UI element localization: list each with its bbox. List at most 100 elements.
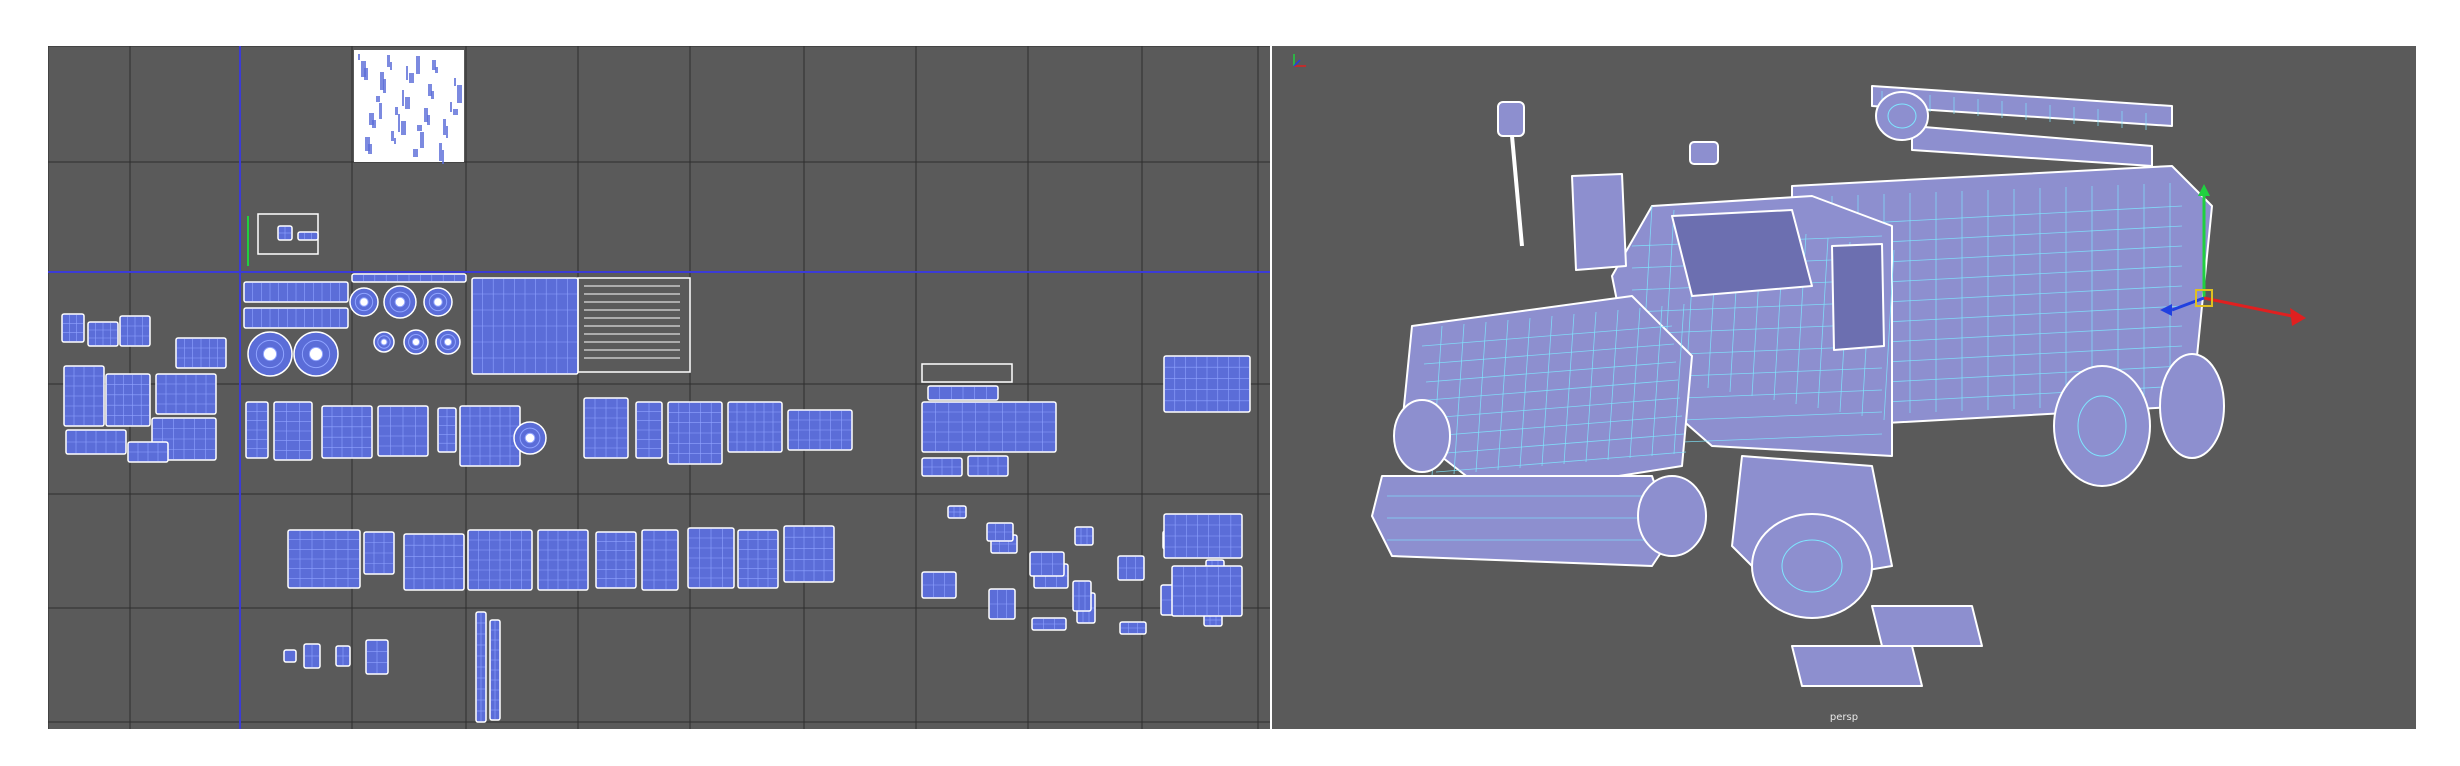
uv-shell [921,571,957,599]
headlight-left [1393,399,1451,473]
uv-shell [63,365,105,427]
uv-texture-fleck [443,119,446,135]
uv-shell [321,405,373,459]
uv-shell [403,533,465,591]
uv-texture-fleck [439,143,442,161]
uv-tread-shell [243,307,349,329]
uv-shell [283,649,297,663]
uv-shell [297,231,319,241]
uv-texture-fleck [442,150,444,164]
uv-shell [1074,526,1094,546]
mirror-post [1510,135,1524,247]
uv-shell [87,321,119,347]
uv-texture-fleck [376,96,380,102]
rear-wheel [2053,365,2151,487]
rear-wheel-2 [2159,353,2225,459]
uv-texture-fleck [398,114,400,132]
uv-shell [1171,565,1243,617]
uv-texture-fleck [435,67,438,73]
uv-shell [1117,555,1145,581]
uv-wheel-hub [443,337,453,347]
uv-texture-fleck [413,149,418,157]
uv-texture-fleck [387,55,390,67]
uv-shell [641,529,679,591]
cab-side-window [1831,243,1885,351]
uv-shell [921,401,1057,453]
uv-layout-canvas[interactable] [48,46,1270,729]
uv-texture-fleck [454,78,456,86]
uv-shell [687,527,735,589]
uv-wheel-hub [308,346,324,362]
uv-shell [967,455,1009,477]
uv-texture-fleck [390,62,392,70]
uv-shell [1163,513,1243,559]
uv-shell [583,397,629,459]
uv-wheel-hub [433,297,443,307]
cab-windshield [1671,209,1813,297]
front-wheel [1751,513,1873,619]
uv-texture-fleck [364,68,368,80]
uv-shell [335,645,351,667]
uv-shell-body [321,405,373,459]
uv-texture-fleck [416,56,420,74]
uv-texture-fleck [420,132,424,148]
camera-label: persp [1829,712,1859,723]
uv-panel-outline [921,363,1013,383]
open-door [1571,173,1627,271]
view-axis-indicator-icon [1293,54,1306,67]
uv-texture-fleck [409,73,414,83]
gizmo-y-head [2198,184,2210,196]
uv-texture-fleck [406,66,408,80]
uv-rim-strip [351,273,467,283]
uv-editor-viewport[interactable] [48,46,1270,729]
uv-tread-shell [243,281,349,303]
truck-model-canvas[interactable] [1272,46,2416,729]
uv-shell [175,337,227,369]
uv-shell [787,409,853,451]
water-cannon [1875,91,1929,141]
uv-wheel-hub [524,432,536,444]
roof-tube [1911,125,2153,167]
uv-texture-fleck [358,54,360,60]
uv-shell-body [61,313,85,343]
uv-shell [1029,551,1065,577]
uv-wheel-hub [359,297,369,307]
uv-shell [61,313,85,343]
uv-texture-fleck [427,115,430,125]
uv-wheel-hub [262,346,278,362]
uv-texture-fleck [391,131,394,141]
uv-shell [287,529,361,589]
uv-shell [127,441,169,463]
uv-shell [437,407,457,453]
uv-texture-fleck [372,120,376,128]
perspective-viewport[interactable]: persp [1272,46,2416,729]
uv-texture-fleck [395,107,398,115]
uv-shell [727,401,783,453]
uv-texture-fleck [401,121,406,135]
uv-shell [1031,617,1067,631]
uv-texture-fleck [417,125,422,131]
roof-beacon [1689,141,1719,165]
uv-shell [737,529,779,589]
uv-shell [105,373,151,427]
gizmo-x-axis [2203,296,2293,318]
uv-tall-strip [475,611,487,723]
uv-shell [467,529,533,591]
uv-wheel-hub [394,296,406,308]
mirror [1497,101,1525,137]
uv-shell [595,531,637,589]
uv-shell [155,373,217,415]
uv-shell-body [105,373,151,427]
uv-wheel-hub [411,337,421,347]
uv-texture-fleck [379,103,382,119]
uv-texture-fleck [402,90,404,106]
uv-tall-strip [489,619,501,721]
uv-shell [927,385,999,401]
uv-shell [947,505,967,519]
uv-texture-fleck [453,109,458,115]
gizmo-x-head [2290,308,2306,326]
uv-texture-fleck [450,102,452,112]
uv-shell [1072,580,1092,612]
uv-texture-fleck [394,138,396,144]
uv-shell-body [297,231,319,241]
